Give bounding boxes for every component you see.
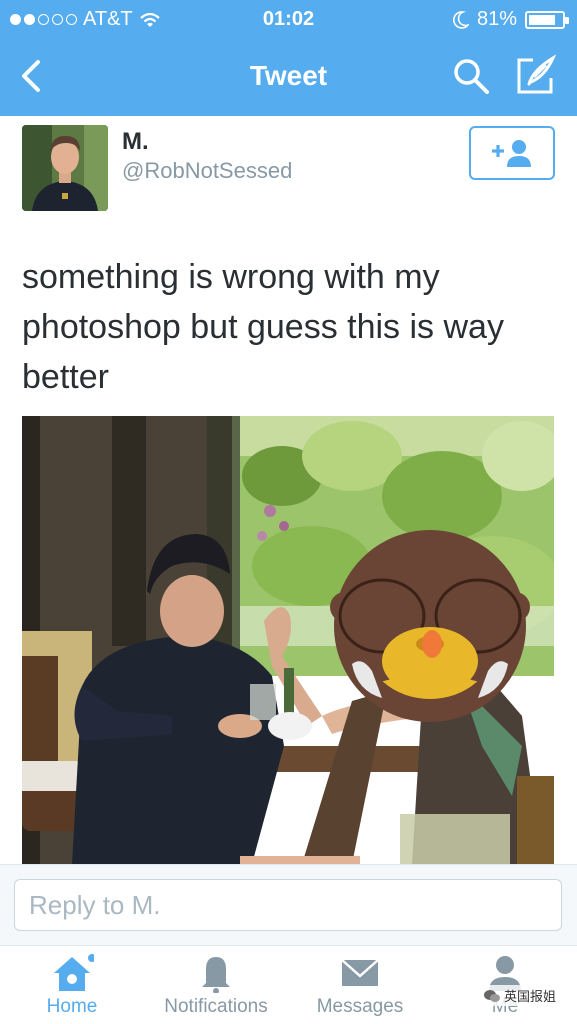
author-name[interactable]: M.	[122, 128, 149, 156]
navigation-bar: Tweet	[0, 38, 577, 116]
reply-input[interactable]	[14, 879, 562, 931]
tab-label: Notifications	[164, 996, 268, 1017]
watermark-text: 英国报姐	[503, 989, 556, 1004]
moon-icon	[453, 10, 469, 29]
status-bar: AT&T 01:02 81%	[0, 0, 577, 38]
compose-icon[interactable]	[515, 54, 557, 96]
tab-label: Home	[46, 996, 98, 1017]
tab-home[interactable]: Home	[38, 946, 106, 1024]
follow-button[interactable]	[469, 126, 555, 180]
battery-percent: 81%	[476, 8, 517, 30]
watermark: 英国报姐	[480, 985, 559, 1006]
tab-notifications[interactable]: Notifications	[156, 946, 276, 1024]
wechat-icon	[483, 989, 500, 1002]
reply-area	[0, 864, 577, 946]
tweet-text: something is wrong with my photoshop but…	[22, 252, 562, 402]
add-user-icon	[492, 140, 531, 167]
search-icon[interactable]	[451, 56, 491, 96]
tweet-text-line: photoshop but guess this is way	[22, 308, 504, 346]
envelope-icon	[341, 959, 379, 986]
author-handle[interactable]: @RobNotSessed	[122, 158, 292, 184]
tab-messages[interactable]: Messages	[310, 946, 410, 1024]
tab-label: Messages	[316, 996, 404, 1017]
tweet-text-line: better	[22, 358, 109, 396]
battery-group: 81%	[453, 8, 569, 31]
tweet-text-line: something is wrong with my	[22, 258, 440, 296]
avatar[interactable]	[22, 125, 108, 211]
bell-icon	[202, 957, 230, 993]
home-icon	[54, 954, 94, 991]
tweet-photo[interactable]	[22, 416, 554, 864]
battery-icon	[525, 10, 569, 29]
